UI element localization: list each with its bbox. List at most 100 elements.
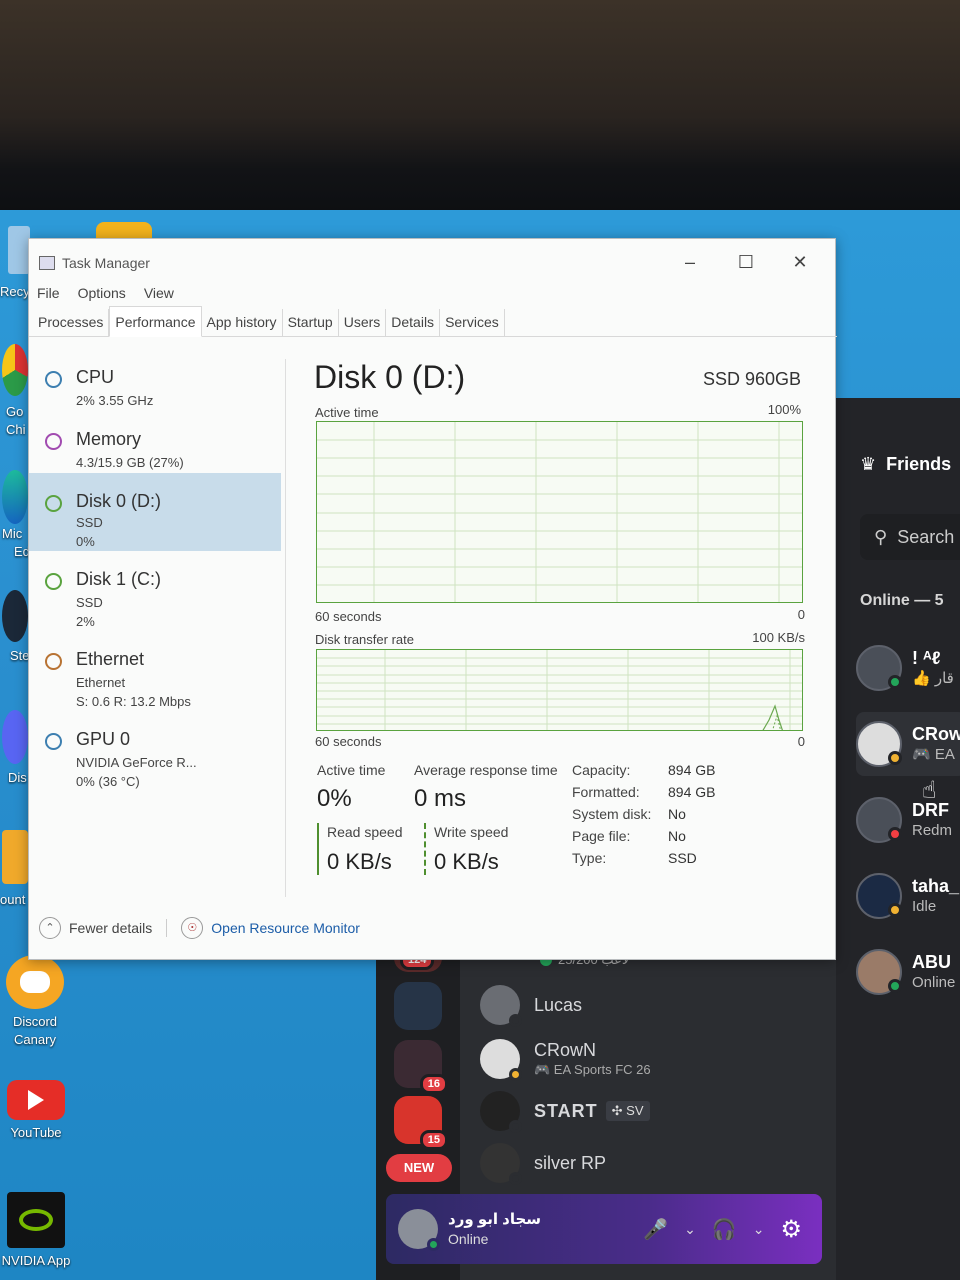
close-button[interactable]: ✕: [777, 247, 823, 277]
avatar: [856, 949, 902, 995]
tab-bar: Processes Performance App history Startu…: [29, 306, 837, 337]
graph2-min: 0: [797, 734, 805, 749]
friend-item[interactable]: DRF Redm: [856, 788, 960, 852]
task-manager-icon: [39, 256, 55, 270]
property-key: Formatted:: [572, 784, 640, 800]
server-icon[interactable]: 15: [394, 1096, 448, 1150]
write-speed-value: 0 KB/s: [434, 849, 499, 874]
edge-icon[interactable]: [2, 470, 28, 524]
desktop-label-chrome-2: Chi: [6, 422, 26, 437]
server-tag: ✣ SV: [605, 1101, 650, 1121]
sidebar-item-gpu[interactable]: GPU 0 NVIDIA GeForce R... 0% (36 °C): [29, 721, 281, 799]
app-icon-left[interactable]: [2, 830, 28, 884]
property-value: SSD: [668, 850, 697, 866]
tab-performance[interactable]: Performance: [109, 306, 202, 337]
desktop-icon-discord-canary[interactable]: Discord Canary: [0, 955, 75, 1049]
user-avatar[interactable]: [398, 1209, 440, 1251]
active-time-value: 0%: [317, 785, 352, 812]
avatar: [480, 1039, 522, 1081]
friend-item[interactable]: ! ᴬℓ 👍 قار: [856, 636, 960, 700]
chrome-icon[interactable]: [2, 344, 28, 396]
friend-status: 👍 قار: [912, 670, 954, 687]
tab-app-history[interactable]: App history: [202, 309, 283, 336]
chevron-up-icon[interactable]: ⌃: [39, 917, 61, 939]
status-dot: [888, 751, 902, 765]
status-dot: [509, 1014, 522, 1027]
write-speed-block: Write speed 0 KB/s: [424, 823, 534, 875]
desktop-icon-nvidia[interactable]: NVIDIA App: [0, 1192, 76, 1270]
steam-icon[interactable]: [2, 590, 28, 642]
menu-options[interactable]: Options: [78, 285, 126, 301]
status-dot: [427, 1238, 440, 1251]
window-title: Task Manager: [62, 255, 150, 271]
tab-details[interactable]: Details: [386, 309, 441, 336]
sidebar-item-disk0[interactable]: Disk 0 (D:) SSD 0%: [29, 473, 281, 551]
read-speed-label: Read speed: [327, 824, 403, 840]
graph1-min: 0: [797, 607, 805, 622]
friend-status: 🎮 EA: [912, 746, 955, 763]
recycle-bin-icon[interactable]: [8, 226, 30, 274]
open-resource-monitor-link[interactable]: Open Resource Monitor: [211, 920, 360, 936]
search-icon: ⚲: [874, 526, 888, 547]
friends-header[interactable]: ♛ Friends: [860, 454, 951, 475]
status-dot: [509, 1120, 522, 1133]
discord-canary-icon: [6, 955, 64, 1009]
dm-item[interactable]: CRowN 🎮 EA Sports FC 26: [480, 1036, 651, 1082]
unread-badge: 16: [419, 1074, 448, 1094]
new-messages-pill[interactable]: NEW: [386, 1154, 452, 1182]
maximize-button[interactable]: ☐: [723, 247, 769, 277]
dm-name: CRowN: [534, 1040, 597, 1060]
property-key: Capacity:: [572, 762, 631, 778]
gear-icon[interactable]: ⚙: [780, 1215, 802, 1244]
dm-item[interactable]: silver RP: [480, 1140, 606, 1186]
minimize-button[interactable]: –: [667, 247, 713, 277]
chevron-down-icon[interactable]: ⌄: [753, 1221, 765, 1238]
friend-item[interactable]: taha_ Idle: [856, 864, 960, 928]
nvidia-label: NVIDIA App: [1, 1253, 71, 1268]
sidebar-item-label: Disk 0 (D:): [76, 491, 161, 511]
avatar: [856, 797, 902, 843]
youtube-icon: [7, 1080, 65, 1120]
disk-indicator-icon: [45, 495, 62, 512]
friends-icon: ♛: [860, 454, 877, 474]
sidebar-item-usage: 2%: [76, 614, 95, 629]
active-time-label: Active time: [317, 762, 386, 778]
response-time-value: 0 ms: [414, 785, 467, 812]
write-speed-label: Write speed: [434, 824, 509, 840]
tab-startup[interactable]: Startup: [283, 309, 339, 336]
menu-view[interactable]: View: [144, 285, 174, 301]
response-time-label: Average response time: [414, 762, 558, 778]
property-row: Page file: No: [572, 825, 715, 847]
tab-services[interactable]: Services: [440, 309, 505, 336]
fewer-details-link[interactable]: Fewer details: [69, 920, 152, 936]
menu-file[interactable]: File: [37, 285, 60, 301]
friend-item[interactable]: ABU Online: [856, 940, 960, 1004]
dm-name: silver RP: [534, 1153, 607, 1173]
footer-separator: [166, 919, 168, 937]
friend-item[interactable]: CRow 🎮 EA: [856, 712, 960, 776]
headphones-icon[interactable]: 🎧: [712, 1217, 737, 1242]
sidebar-item-ethernet[interactable]: Ethernet Ethernet S: 0.6 R: 13.2 Mbps: [29, 641, 281, 719]
monitor-bezel: [0, 0, 960, 212]
gpu-indicator-icon: [45, 733, 62, 750]
discord-icon-left[interactable]: [2, 710, 28, 764]
desktop-label-account: ount: [0, 892, 26, 907]
tab-users[interactable]: Users: [339, 309, 387, 336]
dm-item[interactable]: Lucas: [480, 982, 582, 1028]
title-bar[interactable]: Task Manager: [39, 255, 150, 271]
sidebar-item-disk1[interactable]: Disk 1 (C:) SSD 2%: [29, 561, 281, 639]
dm-item[interactable]: START ✣ SV: [480, 1088, 650, 1134]
sidebar-item-label: Ethernet: [76, 649, 145, 669]
tab-processes[interactable]: Processes: [29, 309, 110, 336]
server-icon[interactable]: 16: [394, 1040, 448, 1094]
chevron-down-icon[interactable]: ⌄: [684, 1221, 696, 1238]
friend-status: Redm: [912, 822, 953, 839]
resource-monitor-icon[interactable]: ☉: [181, 917, 204, 939]
avatar: [480, 1091, 522, 1133]
microphone-icon[interactable]: 🎤: [643, 1217, 668, 1242]
friends-search-input[interactable]: ⚲ Search: [860, 514, 960, 560]
status-dot: [888, 675, 902, 689]
server-icon[interactable]: [394, 982, 442, 1030]
graph1-max: 100%: [767, 402, 801, 417]
desktop-icon-youtube[interactable]: YouTube: [0, 1080, 76, 1142]
